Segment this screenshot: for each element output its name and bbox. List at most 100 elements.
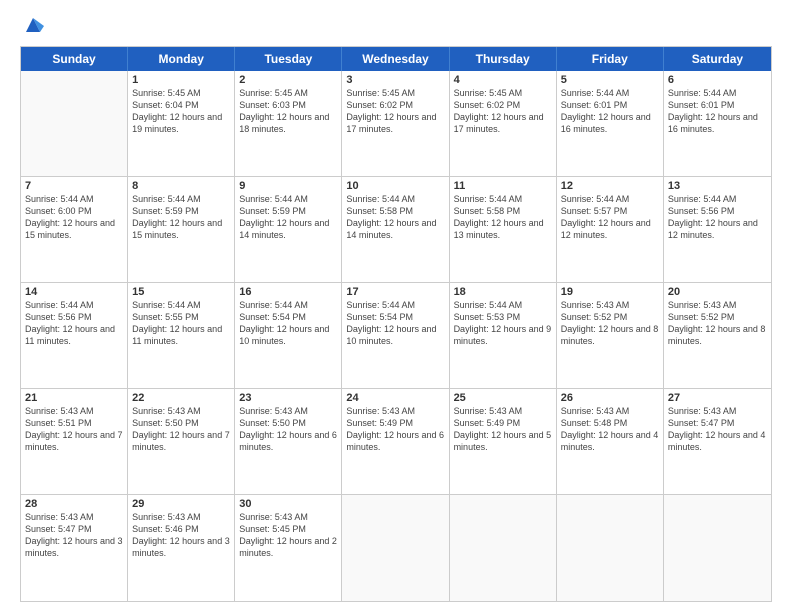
day-number: 8 (132, 180, 230, 192)
day-info: Sunrise: 5:44 AMSunset: 5:56 PMDaylight:… (668, 193, 767, 242)
header-day-wednesday: Wednesday (342, 47, 449, 71)
cal-cell: 3Sunrise: 5:45 AMSunset: 6:02 PMDaylight… (342, 71, 449, 176)
day-number: 18 (454, 286, 552, 298)
cal-cell (21, 71, 128, 176)
day-info: Sunrise: 5:44 AMSunset: 5:53 PMDaylight:… (454, 299, 552, 348)
week-row-2: 7Sunrise: 5:44 AMSunset: 6:00 PMDaylight… (21, 177, 771, 283)
day-info: Sunrise: 5:45 AMSunset: 6:02 PMDaylight:… (346, 87, 444, 136)
day-info: Sunrise: 5:44 AMSunset: 5:58 PMDaylight:… (346, 193, 444, 242)
cal-cell: 27Sunrise: 5:43 AMSunset: 5:47 PMDayligh… (664, 389, 771, 494)
day-number: 23 (239, 392, 337, 404)
page: SundayMondayTuesdayWednesdayThursdayFrid… (0, 0, 792, 612)
calendar-body: 1Sunrise: 5:45 AMSunset: 6:04 PMDaylight… (21, 71, 771, 601)
cal-cell: 13Sunrise: 5:44 AMSunset: 5:56 PMDayligh… (664, 177, 771, 282)
day-info: Sunrise: 5:44 AMSunset: 6:01 PMDaylight:… (561, 87, 659, 136)
cal-cell: 11Sunrise: 5:44 AMSunset: 5:58 PMDayligh… (450, 177, 557, 282)
cal-cell: 16Sunrise: 5:44 AMSunset: 5:54 PMDayligh… (235, 283, 342, 388)
day-number: 29 (132, 498, 230, 510)
day-info: Sunrise: 5:44 AMSunset: 5:59 PMDaylight:… (132, 193, 230, 242)
header-day-monday: Monday (128, 47, 235, 71)
cal-cell: 22Sunrise: 5:43 AMSunset: 5:50 PMDayligh… (128, 389, 235, 494)
day-number: 25 (454, 392, 552, 404)
header (20, 18, 772, 36)
cal-cell: 19Sunrise: 5:43 AMSunset: 5:52 PMDayligh… (557, 283, 664, 388)
day-info: Sunrise: 5:45 AMSunset: 6:02 PMDaylight:… (454, 87, 552, 136)
cal-cell: 26Sunrise: 5:43 AMSunset: 5:48 PMDayligh… (557, 389, 664, 494)
day-info: Sunrise: 5:43 AMSunset: 5:49 PMDaylight:… (454, 405, 552, 454)
day-number: 24 (346, 392, 444, 404)
day-info: Sunrise: 5:45 AMSunset: 6:04 PMDaylight:… (132, 87, 230, 136)
cal-cell: 5Sunrise: 5:44 AMSunset: 6:01 PMDaylight… (557, 71, 664, 176)
cal-cell (450, 495, 557, 601)
day-info: Sunrise: 5:43 AMSunset: 5:47 PMDaylight:… (25, 511, 123, 560)
week-row-3: 14Sunrise: 5:44 AMSunset: 5:56 PMDayligh… (21, 283, 771, 389)
day-number: 7 (25, 180, 123, 192)
day-number: 26 (561, 392, 659, 404)
logo-icon (22, 14, 44, 36)
week-row-1: 1Sunrise: 5:45 AMSunset: 6:04 PMDaylight… (21, 71, 771, 177)
day-number: 13 (668, 180, 767, 192)
day-number: 22 (132, 392, 230, 404)
day-info: Sunrise: 5:43 AMSunset: 5:49 PMDaylight:… (346, 405, 444, 454)
cal-cell: 6Sunrise: 5:44 AMSunset: 6:01 PMDaylight… (664, 71, 771, 176)
day-number: 30 (239, 498, 337, 510)
day-info: Sunrise: 5:44 AMSunset: 5:54 PMDaylight:… (239, 299, 337, 348)
day-info: Sunrise: 5:43 AMSunset: 5:50 PMDaylight:… (132, 405, 230, 454)
day-info: Sunrise: 5:43 AMSunset: 5:52 PMDaylight:… (561, 299, 659, 348)
day-number: 20 (668, 286, 767, 298)
header-day-friday: Friday (557, 47, 664, 71)
day-number: 14 (25, 286, 123, 298)
day-number: 15 (132, 286, 230, 298)
cal-cell: 10Sunrise: 5:44 AMSunset: 5:58 PMDayligh… (342, 177, 449, 282)
day-info: Sunrise: 5:44 AMSunset: 5:57 PMDaylight:… (561, 193, 659, 242)
day-number: 28 (25, 498, 123, 510)
day-number: 3 (346, 74, 444, 86)
day-info: Sunrise: 5:43 AMSunset: 5:46 PMDaylight:… (132, 511, 230, 560)
cal-cell: 20Sunrise: 5:43 AMSunset: 5:52 PMDayligh… (664, 283, 771, 388)
logo (20, 18, 44, 36)
day-info: Sunrise: 5:43 AMSunset: 5:51 PMDaylight:… (25, 405, 123, 454)
day-number: 17 (346, 286, 444, 298)
day-info: Sunrise: 5:44 AMSunset: 5:58 PMDaylight:… (454, 193, 552, 242)
cal-cell: 23Sunrise: 5:43 AMSunset: 5:50 PMDayligh… (235, 389, 342, 494)
header-day-saturday: Saturday (664, 47, 771, 71)
day-info: Sunrise: 5:43 AMSunset: 5:52 PMDaylight:… (668, 299, 767, 348)
cal-cell: 4Sunrise: 5:45 AMSunset: 6:02 PMDaylight… (450, 71, 557, 176)
week-row-4: 21Sunrise: 5:43 AMSunset: 5:51 PMDayligh… (21, 389, 771, 495)
day-number: 10 (346, 180, 444, 192)
day-number: 6 (668, 74, 767, 86)
day-info: Sunrise: 5:43 AMSunset: 5:50 PMDaylight:… (239, 405, 337, 454)
week-row-5: 28Sunrise: 5:43 AMSunset: 5:47 PMDayligh… (21, 495, 771, 601)
day-number: 4 (454, 74, 552, 86)
day-number: 2 (239, 74, 337, 86)
cal-cell: 24Sunrise: 5:43 AMSunset: 5:49 PMDayligh… (342, 389, 449, 494)
cal-cell: 8Sunrise: 5:44 AMSunset: 5:59 PMDaylight… (128, 177, 235, 282)
day-info: Sunrise: 5:45 AMSunset: 6:03 PMDaylight:… (239, 87, 337, 136)
day-info: Sunrise: 5:43 AMSunset: 5:45 PMDaylight:… (239, 511, 337, 560)
header-day-tuesday: Tuesday (235, 47, 342, 71)
day-number: 1 (132, 74, 230, 86)
cal-cell: 2Sunrise: 5:45 AMSunset: 6:03 PMDaylight… (235, 71, 342, 176)
calendar: SundayMondayTuesdayWednesdayThursdayFrid… (20, 46, 772, 602)
day-number: 12 (561, 180, 659, 192)
day-info: Sunrise: 5:44 AMSunset: 5:59 PMDaylight:… (239, 193, 337, 242)
day-number: 5 (561, 74, 659, 86)
day-info: Sunrise: 5:44 AMSunset: 5:55 PMDaylight:… (132, 299, 230, 348)
cal-cell: 29Sunrise: 5:43 AMSunset: 5:46 PMDayligh… (128, 495, 235, 601)
cal-cell: 1Sunrise: 5:45 AMSunset: 6:04 PMDaylight… (128, 71, 235, 176)
cal-cell: 15Sunrise: 5:44 AMSunset: 5:55 PMDayligh… (128, 283, 235, 388)
day-number: 11 (454, 180, 552, 192)
header-day-thursday: Thursday (450, 47, 557, 71)
day-number: 16 (239, 286, 337, 298)
cal-cell: 9Sunrise: 5:44 AMSunset: 5:59 PMDaylight… (235, 177, 342, 282)
day-info: Sunrise: 5:44 AMSunset: 6:01 PMDaylight:… (668, 87, 767, 136)
cal-cell: 17Sunrise: 5:44 AMSunset: 5:54 PMDayligh… (342, 283, 449, 388)
cal-cell: 12Sunrise: 5:44 AMSunset: 5:57 PMDayligh… (557, 177, 664, 282)
cal-cell (557, 495, 664, 601)
cal-cell: 7Sunrise: 5:44 AMSunset: 6:00 PMDaylight… (21, 177, 128, 282)
cal-cell: 28Sunrise: 5:43 AMSunset: 5:47 PMDayligh… (21, 495, 128, 601)
cal-cell: 25Sunrise: 5:43 AMSunset: 5:49 PMDayligh… (450, 389, 557, 494)
day-info: Sunrise: 5:43 AMSunset: 5:47 PMDaylight:… (668, 405, 767, 454)
day-number: 27 (668, 392, 767, 404)
day-info: Sunrise: 5:44 AMSunset: 6:00 PMDaylight:… (25, 193, 123, 242)
